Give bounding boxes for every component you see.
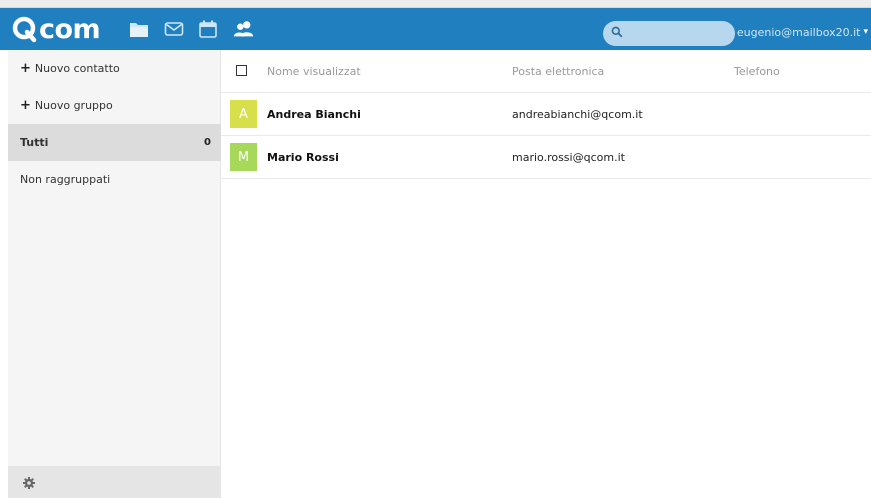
browser-top-strip: [0, 0, 871, 8]
sidebar-item-ungrouped[interactable]: Non raggruppati: [8, 161, 221, 198]
avatar: A: [230, 100, 257, 128]
search-box[interactable]: [603, 21, 735, 46]
contacts-list: Nome visualizzat Posta elettronica Telef…: [221, 50, 871, 498]
select-all-checkbox[interactable]: [236, 65, 247, 76]
list-header: Nome visualizzat Posta elettronica Telef…: [221, 50, 871, 93]
plus-icon: +: [20, 98, 31, 113]
sidebar: + Nuovo contatto + Nuovo gruppo Tutti 0 …: [8, 50, 221, 498]
chevron-down-icon: ▾: [863, 27, 868, 37]
sidebar-item-all[interactable]: Tutti 0: [8, 124, 221, 161]
app-header: com eugenio@mailbox20.it ▾: [0, 8, 871, 50]
new-group-button[interactable]: + Nuovo gruppo: [8, 87, 221, 124]
new-contact-button[interactable]: + Nuovo contatto: [8, 50, 221, 87]
table-row[interactable]: M Mario Rossi mario.rossi@qcom.it: [221, 136, 871, 179]
user-menu[interactable]: eugenio@mailbox20.it ▾: [737, 22, 868, 42]
contact-name: Mario Rossi: [267, 151, 339, 164]
plus-icon: +: [20, 61, 31, 76]
table-row[interactable]: A Andrea Bianchi andreabianchi@qcom.it: [221, 93, 871, 136]
contact-name: Andrea Bianchi: [267, 108, 361, 121]
logo-text: com: [39, 13, 101, 45]
new-group-label: Nuovo gruppo: [34, 99, 113, 112]
files-icon[interactable]: [128, 18, 150, 40]
avatar: M: [230, 143, 257, 171]
contact-email: mario.rossi@qcom.it: [512, 151, 625, 164]
sidebar-item-ungrouped-label: Non raggruppati: [20, 173, 111, 186]
column-header-email[interactable]: Posta elettronica: [512, 65, 604, 78]
contacts-icon[interactable]: [233, 18, 255, 40]
search-input[interactable]: [627, 24, 727, 42]
contact-email: andreabianchi@qcom.it: [512, 108, 643, 121]
qcom-logo[interactable]: com: [12, 13, 101, 45]
calendar-icon[interactable]: [197, 18, 219, 40]
gear-icon[interactable]: [23, 477, 35, 489]
settings-bar: [8, 466, 221, 498]
contacts-app: com eugenio@mailbox20.it ▾ + Nuovo conta…: [0, 0, 871, 498]
search-icon: [611, 26, 623, 38]
user-email: eugenio@mailbox20.it: [736, 25, 861, 39]
column-header-phone[interactable]: Telefono: [734, 65, 780, 78]
mail-icon[interactable]: [163, 18, 185, 40]
logo-q-icon: [12, 16, 37, 43]
sidebar-item-all-label: Tutti: [20, 136, 49, 149]
column-header-name[interactable]: Nome visualizzat: [267, 65, 361, 78]
all-count-badge: 0: [204, 137, 211, 148]
new-contact-label: Nuovo contatto: [34, 62, 120, 75]
